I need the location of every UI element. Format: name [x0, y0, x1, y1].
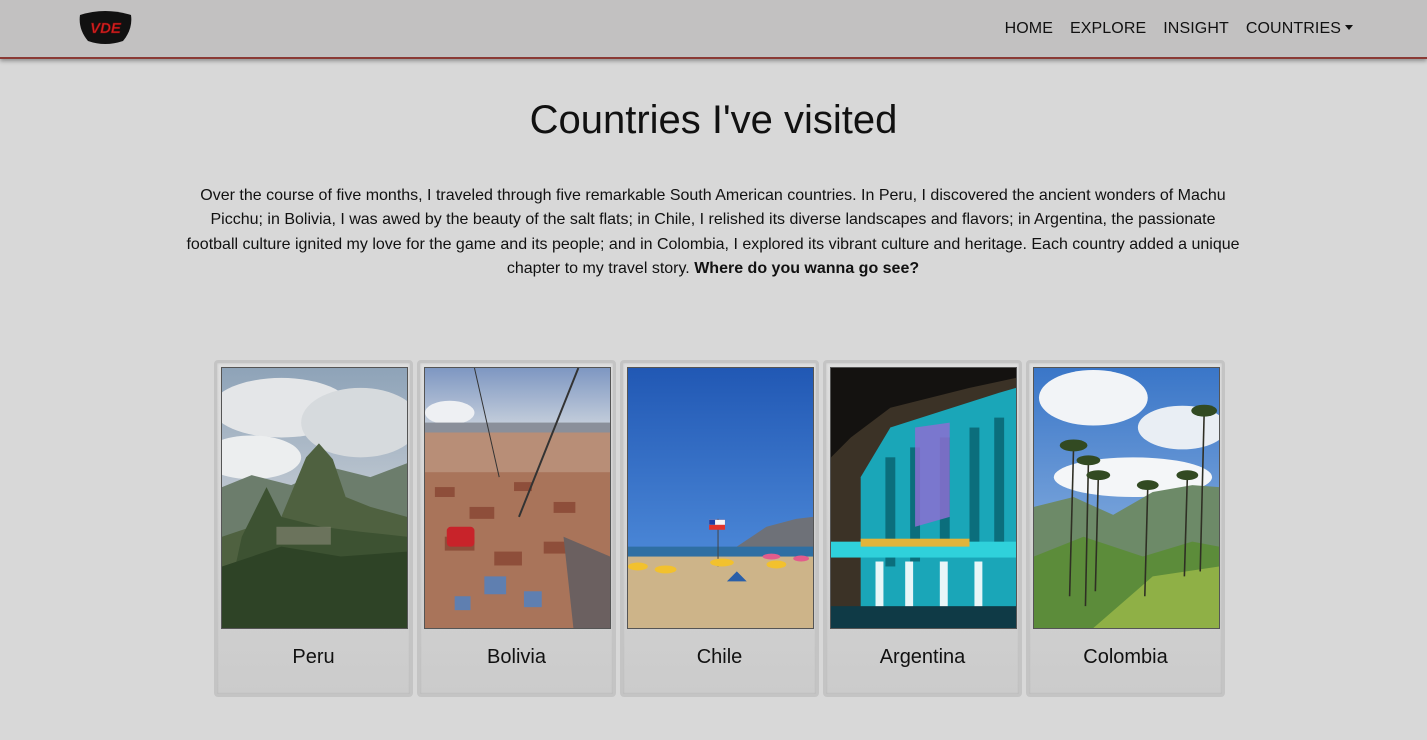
caret-down-icon [1345, 25, 1353, 30]
nav-home-link[interactable]: HOME [1005, 20, 1053, 38]
nav-countries-dropdown[interactable]: COUNTRIES [1246, 20, 1353, 38]
peru-photo [221, 367, 408, 629]
argentina-photo [830, 367, 1017, 629]
intro-cta: Where do you wanna go see? [694, 259, 920, 277]
chile-photo [627, 367, 814, 629]
nav-insight-link[interactable]: INSIGHT [1163, 20, 1229, 38]
nav-countries-label: COUNTRIES [1245, 19, 1341, 37]
colombia-photo [1033, 367, 1220, 629]
card-label: Peru [292, 646, 335, 668]
card-label: Argentina [879, 646, 966, 668]
card-label: Chile [696, 646, 743, 668]
country-card-argentina[interactable]: Argentina [823, 360, 1022, 697]
country-card-bolivia[interactable]: Bolivia [417, 360, 616, 697]
logo-text: VDE [90, 20, 122, 37]
nav-links: HOME EXPLORE INSIGHT COUNTRIES [1005, 0, 1353, 57]
country-cards: Peru Bolivia Chile Argentina Colombia [214, 360, 1225, 697]
intro-paragraph: Over the course of five months, I travel… [183, 184, 1243, 281]
country-card-peru[interactable]: Peru [214, 360, 413, 697]
bolivia-photo [424, 367, 611, 629]
page-title: Countries I've visited [529, 98, 898, 142]
nav-explore-link[interactable]: EXPLORE [1070, 20, 1146, 38]
logo[interactable]: VDE [76, 9, 135, 46]
country-card-colombia[interactable]: Colombia [1026, 360, 1225, 697]
country-card-chile[interactable]: Chile [620, 360, 819, 697]
card-label: Colombia [1083, 646, 1168, 668]
card-label: Bolivia [487, 646, 546, 668]
navbar: VDE HOME EXPLORE INSIGHT COUNTRIES [0, 0, 1427, 59]
